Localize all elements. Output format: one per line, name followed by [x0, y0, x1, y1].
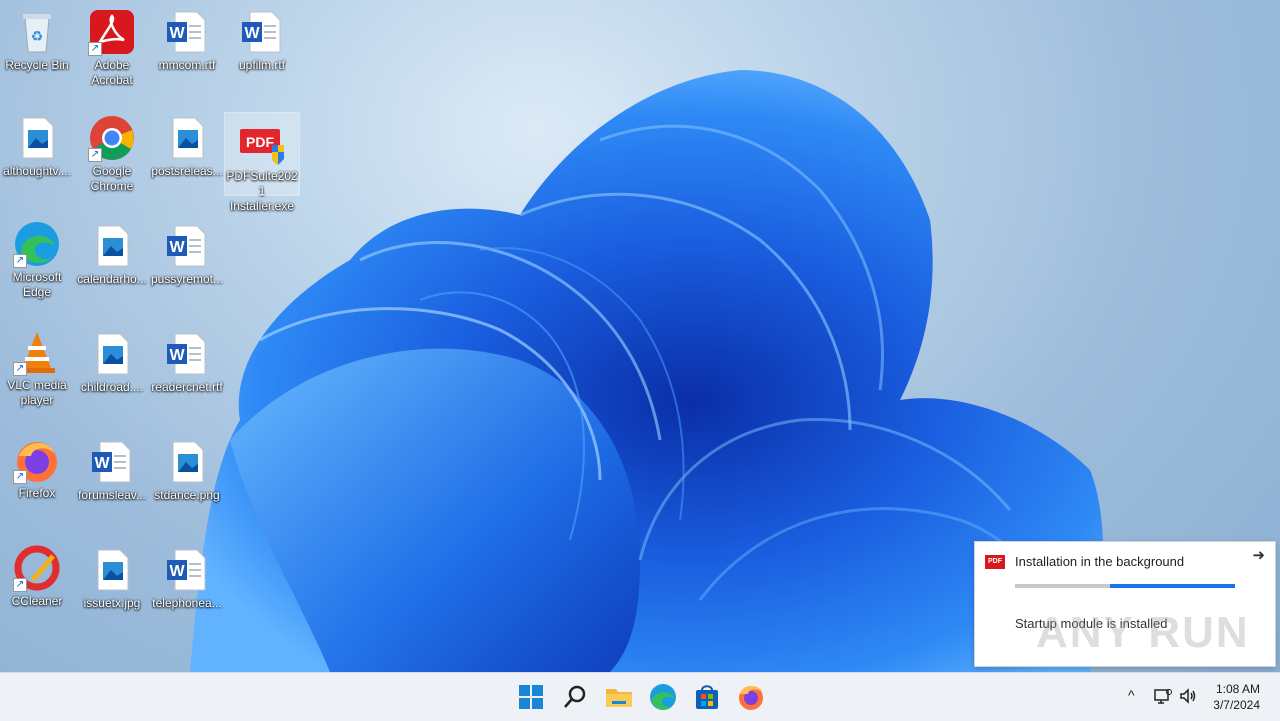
edge-browser-icon: ↗ — [13, 220, 61, 268]
pdf-app-icon: PDF — [985, 555, 1005, 569]
chrome-icon-item[interactable]: ↗ Google Chrome — [75, 108, 149, 194]
icon-label: pussyremot... — [150, 272, 224, 286]
word-document-icon: W — [163, 8, 211, 56]
icon-label: Microsoft Edge — [12, 270, 62, 299]
icon-label: Firefox — [18, 486, 56, 500]
install-progress-bar — [1015, 584, 1235, 588]
svg-text:W: W — [169, 25, 185, 42]
icon-label: upfilm.rtf — [238, 58, 285, 72]
firefox-icon: ↗ — [13, 436, 61, 484]
image-file-icon — [88, 222, 136, 270]
icon-label: PDFSuite2021 Installer.exe — [226, 169, 298, 213]
expand-arrow-icon[interactable]: ➜ — [1252, 546, 1265, 564]
image-file-item[interactable]: stdance.png — [150, 432, 224, 503]
firefox-icon — [739, 685, 763, 710]
clock-time: 1:08 AM — [1215, 682, 1260, 696]
image-file-item[interactable]: althoughtv.... — [0, 108, 74, 179]
svg-text:W: W — [169, 239, 185, 256]
volume-icon[interactable] — [1178, 686, 1198, 711]
svg-text:W: W — [94, 455, 110, 472]
word-document-icon: W — [163, 546, 211, 594]
image-file-icon — [13, 114, 61, 162]
file-explorer-icon — [606, 689, 632, 707]
shortcut-arrow-icon: ↗ — [13, 362, 27, 376]
image-file-icon — [88, 546, 136, 594]
edge-icon-item[interactable]: ↗ Microsoft Edge — [0, 214, 74, 300]
image-file-item[interactable]: childroad.... — [75, 324, 149, 395]
install-progress-fill — [1109, 584, 1235, 588]
word-document-item[interactable]: W readercnet.rtf — [150, 324, 224, 395]
shortcut-arrow-icon: ↗ — [13, 470, 27, 484]
firefox-icon-item[interactable]: ↗ Firefox — [0, 430, 74, 501]
word-document-item[interactable]: W pussyremot... — [150, 216, 224, 287]
word-document-icon: W — [163, 222, 211, 270]
image-file-item[interactable]: calendarho... — [75, 216, 149, 287]
file-explorer-button[interactable] — [603, 681, 635, 713]
word-document-icon: W — [238, 8, 286, 56]
icon-label: issuetx.jpg — [83, 596, 141, 610]
icon-label: calendarho... — [77, 272, 147, 286]
clock-date: 3/7/2024 — [1213, 698, 1260, 712]
icon-label: Adobe Acrobat — [91, 58, 133, 87]
start-icon — [519, 685, 543, 709]
svg-text:♻: ♻ — [31, 28, 44, 44]
word-document-item[interactable]: W telephonea... — [150, 540, 224, 611]
icon-label: readercnet.rtf — [151, 380, 223, 394]
svg-text:W: W — [169, 563, 185, 580]
svg-text:W: W — [244, 25, 260, 42]
search-button[interactable] — [559, 681, 591, 713]
icon-label: Google Chrome — [90, 164, 134, 193]
icon-label: CCleaner — [11, 594, 63, 608]
network-icon[interactable] — [1153, 686, 1173, 711]
icon-label: forumsleav... — [78, 488, 146, 502]
icon-label: stdance.png — [154, 488, 220, 502]
taskbar: ^ 1:08 AM 3/7/2024 — [0, 672, 1280, 721]
recycle-bin-icon-item[interactable]: ♻ Recycle Bin — [0, 2, 74, 73]
icon-label: postsreleas... — [151, 164, 223, 178]
word-document-item[interactable]: W mmcom.rtf — [150, 2, 224, 73]
word-document-icon: W — [88, 438, 136, 486]
vlc-icon-item[interactable]: ↗ VLC media player — [0, 322, 74, 408]
icon-label: Recycle Bin — [5, 58, 69, 72]
svg-text:PDF: PDF — [246, 134, 274, 150]
edge-icon — [650, 684, 676, 710]
chrome-icon: ↗ — [88, 114, 136, 162]
word-document-item[interactable]: W upfilm.rtf — [225, 2, 299, 73]
icon-label: althoughtv.... — [3, 164, 71, 178]
word-document-item[interactable]: W forumsleav... — [75, 432, 149, 503]
image-file-icon — [163, 438, 211, 486]
vlc-cone-icon: ↗ — [13, 328, 61, 376]
shortcut-arrow-icon: ↗ — [88, 148, 102, 162]
store-button[interactable] — [691, 681, 723, 713]
pdfsuite-installer-item[interactable]: PDF PDFSuite2021 Installer.exe — [224, 112, 300, 213]
icon-label: telephonea... — [152, 596, 222, 610]
recycle-bin-icon: ♻ — [13, 8, 61, 56]
search-icon — [564, 685, 586, 708]
icon-label: childroad.... — [80, 380, 144, 394]
image-file-item[interactable]: postsreleas... — [150, 108, 224, 179]
shortcut-arrow-icon: ↗ — [13, 254, 27, 268]
word-document-icon: W — [163, 330, 211, 378]
ccleaner-icon: ↗ — [13, 544, 61, 592]
tray-chevron-icon[interactable]: ^ — [1128, 687, 1135, 703]
shortcut-arrow-icon: ↗ — [88, 42, 102, 56]
edge-taskbar-button[interactable] — [647, 681, 679, 713]
image-file-item[interactable]: issuetx.jpg — [75, 540, 149, 611]
anyrun-watermark: ANY RUN — [1036, 608, 1250, 657]
pdf-installer-icon: PDF — [238, 119, 286, 167]
image-file-icon — [88, 330, 136, 378]
icon-label: VLC media player — [7, 378, 67, 407]
ccleaner-icon-item[interactable]: ↗ CCleaner — [0, 538, 74, 609]
start-button[interactable] — [515, 681, 547, 713]
adobe-acrobat-icon-item[interactable]: ↗ Adobe Acrobat — [75, 2, 149, 88]
svg-text:W: W — [169, 347, 185, 364]
acrobat-icon: ↗ — [88, 8, 136, 56]
store-icon — [696, 685, 718, 709]
notification-title: Installation in the background — [1015, 554, 1185, 569]
shortcut-arrow-icon: ↗ — [13, 578, 27, 592]
icon-label: mmcom.rtf — [158, 58, 216, 72]
image-file-icon — [163, 114, 211, 162]
firefox-taskbar-button[interactable] — [735, 681, 767, 713]
